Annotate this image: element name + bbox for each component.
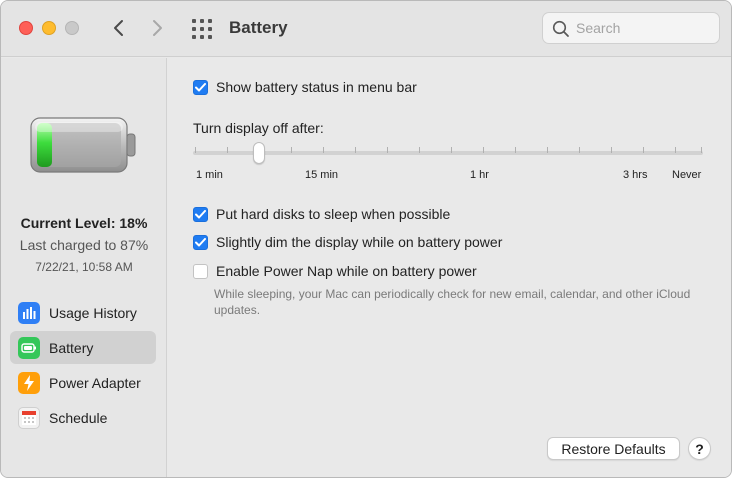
slider-track [193,151,703,155]
window-title: Battery [229,18,288,37]
sidebar-item-label: Battery [49,339,94,356]
slider-thumb[interactable] [253,142,265,164]
power-nap-checkbox[interactable] [193,263,208,279]
last-charged-text: Last charged to 87% [19,237,149,253]
system-preferences-window: Battery Search Current Level: 18% Last c… [0,0,732,478]
help-button[interactable]: ? [688,437,711,460]
checkmark-icon [195,237,206,246]
sidebar-item-label: Power Adapter [49,374,141,391]
battery-level-graphic [30,117,136,173]
minimize-window-button[interactable] [42,21,56,35]
checkmark-icon [195,209,206,218]
dim-display-option[interactable]: Slightly dim the display while on batter… [193,234,502,250]
disk-sleep-checkbox[interactable] [193,206,208,222]
slider-tick-label: 3 hrs [623,169,648,181]
sidebar-item-schedule[interactable]: Schedule [10,401,156,434]
sidebar-item-usage-history[interactable]: Usage History [10,296,156,329]
dim-display-checkbox[interactable] [193,234,208,250]
sidebar-item-label: Schedule [49,409,108,426]
sidebar-item-label: Usage History [49,304,137,321]
sidebar-item-power-adapter[interactable]: Power Adapter [10,366,156,399]
lightning-icon [18,371,40,394]
sidebar-item-battery[interactable]: Battery [10,331,156,364]
power-nap-description: While sleeping, your Mac can periodicall… [214,287,691,317]
sidebar: Current Level: 18% Last charged to 87% 7… [1,58,167,477]
show-all-grid-icon[interactable] [191,18,213,40]
battery-icon [18,336,40,359]
show-battery-status-checkbox[interactable] [193,79,208,95]
slider-tick-label: 1 min [196,169,223,181]
restore-defaults-button[interactable]: Restore Defaults [547,437,680,460]
current-level: Current Level: 18% [20,215,148,231]
search-input[interactable] [576,18,714,38]
battery-settings-pane: Show battery status in menu bar Turn dis… [168,58,731,477]
search-field[interactable] [542,12,720,44]
slider-tick-label: 15 min [305,169,339,181]
charge-date: 7/22/21, 10:58 AM [35,260,133,274]
show-battery-status-label: Show battery status in menu bar [216,79,417,95]
chevron-right-icon [153,20,162,36]
bar-chart-icon [18,301,40,324]
chevron-left-icon [114,20,123,36]
display-off-slider[interactable] [193,142,703,168]
calendar-icon [18,406,40,429]
close-window-button[interactable] [19,21,33,35]
power-nap-label: Enable Power Nap while on battery power [216,263,477,279]
power-nap-option[interactable]: Enable Power Nap while on battery power [193,263,477,279]
slider-tick-label: 1 hr [470,169,489,181]
forward-button[interactable] [147,15,169,41]
zoom-window-button[interactable] [65,21,79,35]
checkmark-icon [195,82,206,91]
search-icon [552,20,569,37]
show-battery-status-option[interactable]: Show battery status in menu bar [193,79,417,95]
title-bar: Battery [1,1,731,57]
dim-display-label: Slightly dim the display while on batter… [216,234,503,250]
disk-sleep-option[interactable]: Put hard disks to sleep when possible [193,206,450,222]
slider-tick-label: Never [672,169,702,181]
back-button[interactable] [107,15,129,41]
disk-sleep-label: Put hard disks to sleep when possible [216,206,451,222]
display-off-label: Turn display off after: [193,120,324,136]
